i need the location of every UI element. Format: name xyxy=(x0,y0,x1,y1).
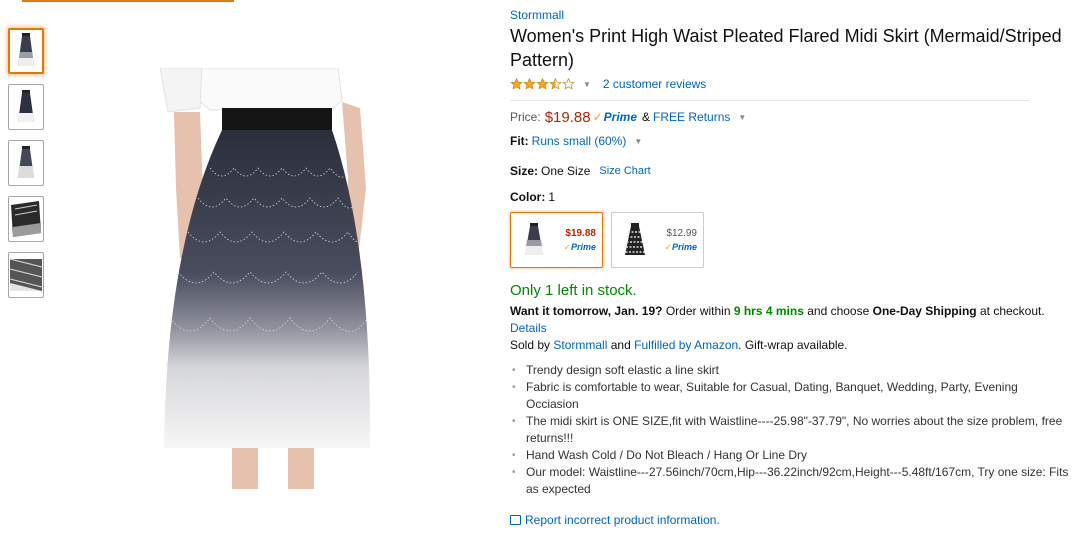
color-swatch-2[interactable]: $12.99 ✓Prime xyxy=(611,212,704,268)
star-rating[interactable] xyxy=(510,78,575,90)
thumbnail-5[interactable] xyxy=(8,252,44,298)
product-title: Women's Print High Waist Pleated Flared … xyxy=(510,26,1062,70)
thumbnail-3[interactable] xyxy=(8,140,44,186)
thumbnail-1[interactable] xyxy=(8,28,44,74)
feature-bullets: Trendy design soft elastic a line skirt … xyxy=(510,362,1070,498)
size-row: Size: One Size Size Chart xyxy=(510,163,1070,179)
sold-by: Sold by Stormmall and Fulfilled by Amazo… xyxy=(510,337,1070,354)
thumbnail-strip xyxy=(8,28,46,308)
divider xyxy=(510,100,1030,101)
color-value: 1 xyxy=(548,190,556,204)
color-label: Color: xyxy=(510,190,546,204)
size-value: One Size xyxy=(541,164,591,178)
swatch-price: $12.99 xyxy=(666,227,697,239)
sold-by-prefix: Sold by xyxy=(510,338,551,352)
swatch-image xyxy=(625,223,645,255)
gift-wrap-text: . Gift-wrap available. xyxy=(738,338,848,352)
chevron-down-icon[interactable]: ▼ xyxy=(634,137,642,146)
report-link[interactable]: Report incorrect product information. xyxy=(525,513,720,527)
prime-check-icon: ✓ xyxy=(592,110,603,124)
one-day-shipping-text: One-Day Shipping xyxy=(872,304,977,318)
shipping-info: Want it tomorrow, Jan. 19? Order within … xyxy=(510,303,1070,320)
color-swatches: $19.88 ✓Prime $12.99 ✓Prime xyxy=(510,212,1070,268)
stock-status: Only 1 left in stock. xyxy=(510,282,637,299)
star-icon xyxy=(523,78,536,90)
and-choose-text: and choose xyxy=(807,304,870,318)
fit-value-link[interactable]: Runs small (60%) xyxy=(532,134,627,148)
countdown-time: 9 hrs 4 mins xyxy=(733,304,804,318)
top-accent-rule xyxy=(22,0,234,2)
star-icon xyxy=(549,78,562,90)
seller-link[interactable]: Stormmall xyxy=(553,338,607,352)
color-swatch-1[interactable]: $19.88 ✓Prime xyxy=(510,212,603,268)
price-row: Price: $19.88 ✓ Prime & FREE Returns ▼ xyxy=(510,107,1070,127)
list-item: Trendy design soft elastic a line skirt xyxy=(512,362,1070,379)
product-details: Stormmall Women's Print High Waist Pleat… xyxy=(510,7,1070,527)
list-item: Our model: Waistline---27.56inch/70cm,Hi… xyxy=(512,464,1070,498)
swatch-price: $19.88 xyxy=(565,227,596,239)
thumbnail-4[interactable] xyxy=(8,196,44,242)
price-label: Price: xyxy=(510,110,541,124)
swatch-image xyxy=(525,223,543,255)
report-row: Report incorrect product information. xyxy=(510,513,1070,527)
star-icon xyxy=(510,78,523,90)
thumbnail-2[interactable] xyxy=(8,84,44,130)
swatch-prime: ✓Prime xyxy=(563,241,596,252)
sold-by-and: and xyxy=(610,338,631,352)
want-it-text: Want it tomorrow, Jan. 19? xyxy=(510,304,663,318)
price-value: $19.88 xyxy=(544,108,591,126)
order-within-text: Order within xyxy=(665,304,731,318)
size-chart-link[interactable]: Size Chart xyxy=(599,165,650,177)
list-item: Fabric is comfortable to wear, Suitable … xyxy=(512,379,1070,413)
star-icon xyxy=(562,78,575,90)
ampersand: & xyxy=(642,110,651,124)
fit-row: Fit: Runs small (60%) ▼ xyxy=(510,132,1070,150)
list-item: The midi skirt is ONE SIZE,fit with Wais… xyxy=(512,413,1070,447)
prime-badge[interactable]: ✓ Prime xyxy=(593,110,637,124)
prime-label: Prime xyxy=(603,110,637,124)
main-product-image[interactable] xyxy=(159,67,372,489)
shipping-details-link[interactable]: Details xyxy=(510,320,1070,337)
swatch-prime: ✓Prime xyxy=(664,241,697,252)
size-label: Size: xyxy=(510,164,539,178)
list-item: Hand Wash Cold / Do Not Bleach / Hang Or… xyxy=(512,447,1070,464)
at-checkout-text: at checkout. xyxy=(979,304,1045,318)
comment-icon xyxy=(510,515,521,525)
chevron-down-icon[interactable]: ▼ xyxy=(738,113,746,122)
chevron-down-icon[interactable]: ▼ xyxy=(583,80,591,89)
star-icon xyxy=(536,78,549,90)
fit-label: Fit: xyxy=(510,134,529,148)
free-returns-link[interactable]: FREE Returns xyxy=(653,110,730,124)
reviews-link[interactable]: 2 customer reviews xyxy=(603,77,706,91)
rating-row: ▼ 2 customer reviews xyxy=(510,76,1070,92)
fulfilled-by-amazon-link[interactable]: Fulfilled by Amazon xyxy=(634,338,738,352)
color-row: Color: 1 xyxy=(510,189,1070,205)
brand-link[interactable]: Stormmall xyxy=(510,8,1070,22)
